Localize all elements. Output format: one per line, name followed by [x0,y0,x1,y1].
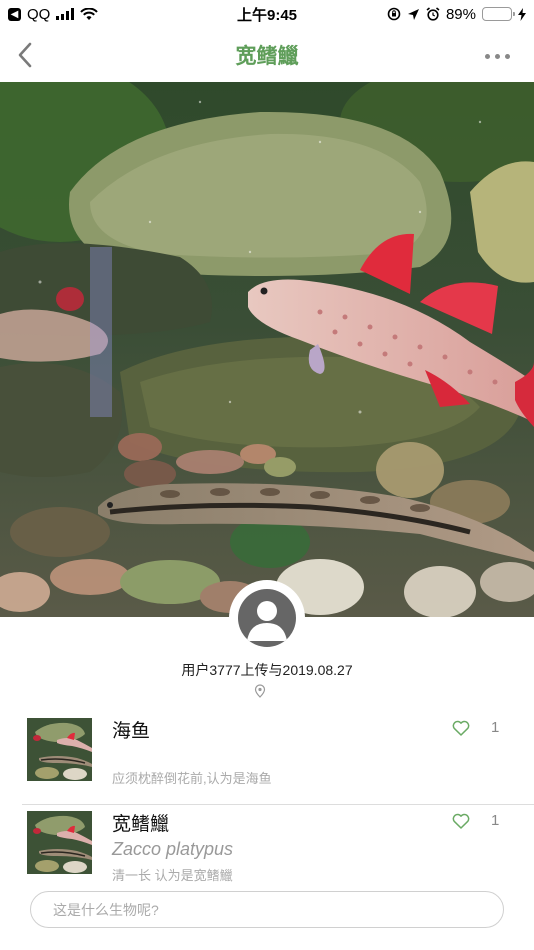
rotation-lock-icon [387,7,401,21]
identification-item[interactable]: 宽鳍鱲 Zacco platypus 清一长 认为是宽鳍鱲 1 [22,804,534,884]
battery-percent: 89% [445,5,476,23]
identification-item[interactable]: 海鱼 应须枕醉倒花前,认为是海鱼 1 [0,712,534,804]
charging-bolt-icon [518,7,526,21]
carrier-label: QQ [27,5,51,23]
heart-icon[interactable] [452,813,470,829]
battery-icon [482,7,515,21]
signal-icon [56,8,75,20]
location-arrow-icon [407,8,419,20]
uploader-avatar[interactable] [229,580,305,656]
default-user-icon [238,589,296,647]
like-count: 1 [491,812,500,829]
like-count: 1 [491,719,500,736]
status-left: ◀ QQ [8,5,99,23]
nav-bar: 宽鳍鱲 [0,28,534,82]
clock: 上午9:45 [236,6,298,24]
main-photo[interactable] [0,82,534,617]
location-pin-icon[interactable] [254,684,266,698]
scientific-name: Zacco platypus [112,839,234,859]
identification-thumbnail[interactable] [27,718,92,781]
identification-thumbnail[interactable] [27,811,92,874]
wifi-icon [80,7,99,20]
ask-identification-input[interactable] [30,891,504,928]
identification-note: 应须枕醉倒花前,认为是海鱼 [112,771,272,786]
back-chevron-icon[interactable] [14,40,38,70]
status-bar: ◀ QQ 上午9:45 89% [0,0,534,28]
identification-list: 海鱼 应须枕醉倒花前,认为是海鱼 1 宽鳍鱲 Zacco platypus 清一… [0,712,534,884]
page-title: 宽鳍鱲 [235,45,299,68]
identification-note: 清一长 认为是宽鳍鱲 [112,868,233,883]
identification-name: 宽鳍鱲 [112,814,170,835]
heart-icon[interactable] [452,720,470,736]
fish-photo-image [0,82,534,617]
uploader-info: 用户3777上传与2019.08.27 [181,662,353,678]
status-right: 89% [387,6,526,23]
identification-name: 海鱼 [112,721,151,742]
back-to-app-icon[interactable]: ◀ [8,7,21,21]
more-dots-icon[interactable] [485,54,510,59]
bottom-input-bar [0,884,534,950]
alarm-icon [426,7,440,21]
